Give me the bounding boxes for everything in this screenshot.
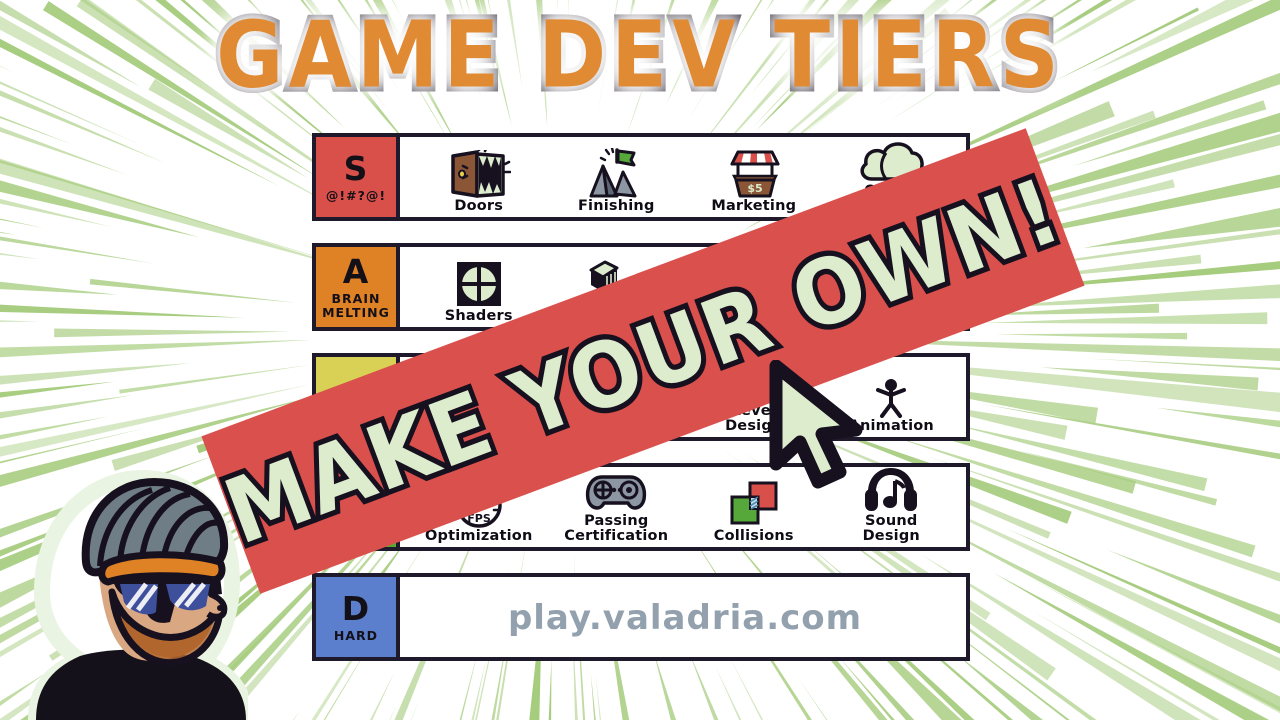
tier-item[interactable]: $5 Marketing (685, 139, 823, 213)
tier-label-s[interactable]: S @!#?@! (312, 133, 400, 221)
door-icon (447, 149, 511, 198)
tier-item-label: Marketing (711, 197, 797, 214)
tier-label-a[interactable]: A BRAIN MELTING (312, 243, 400, 331)
tier-item[interactable]: Doors (410, 139, 548, 213)
tier-item-label: Optimization (425, 527, 533, 544)
tier-item-label: Passing Certification (564, 513, 669, 544)
mouse-pointer-icon (769, 360, 863, 489)
tier-sublabel: BRAIN MELTING (322, 291, 390, 320)
mountain-flag-icon (587, 147, 645, 198)
tier-item[interactable]: Shaders (410, 249, 548, 323)
gamepad-icon (584, 469, 648, 513)
promo-url[interactable]: play.valadria.com (508, 598, 862, 638)
tier-label-d[interactable]: D HARD (312, 573, 400, 661)
tier-letter: A (342, 252, 370, 291)
shader-ball-icon (455, 260, 503, 308)
tier-row-d[interactable]: D HARD play.valadria.com (312, 573, 970, 661)
avatar (27, 469, 248, 720)
market-stall-icon: $5 (724, 150, 784, 198)
tier-item-label: Doors (454, 197, 504, 214)
tier-item-label: Shaders (444, 307, 513, 324)
tier-item[interactable]: Finishing (548, 139, 686, 213)
tier-letter: S (343, 148, 369, 188)
tier-item-label: Finishing (577, 197, 655, 214)
tier-items: play.valadria.com (400, 577, 966, 657)
poster-canvas: GAME DEV TIERS S @!#?@! Doors Finishing $5 Ma… (0, 0, 1280, 720)
tier-sublabel: HARD (333, 627, 379, 643)
svg-text:$5: $5 (747, 182, 762, 195)
tier-item[interactable]: Passing Certification (548, 469, 686, 543)
tier-sublabel: @!#?@! (325, 187, 387, 203)
tier-item-label: Sound Design (862, 513, 920, 544)
tier-item-label: Collisions (713, 527, 794, 544)
tier-letter: D (341, 588, 371, 628)
